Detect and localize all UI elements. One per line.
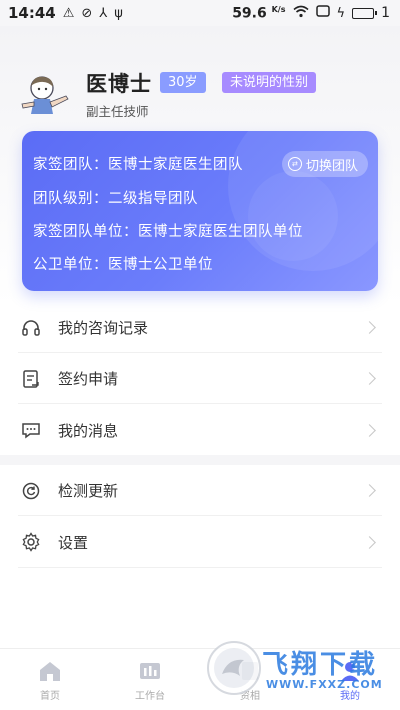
doctor-name: 医博士 [86,72,152,96]
document-icon [20,368,42,390]
headset-icon [20,317,42,339]
menu-label: 设置 [58,533,89,552]
status-time: 14:44 [8,4,56,22]
menu-label: 我的消息 [58,421,119,440]
switch-icon: ⇄ [287,157,302,171]
watermark: 飞翔下载 WWW.FXXZ.COM [204,638,400,700]
switch-team-button[interactable]: ⇄ 切换团队 [281,151,368,177]
message-icon [20,419,42,441]
check-circle-icon: ⊘ [81,5,93,21]
menu-item-sign-apply[interactable]: 签约申请 [18,354,382,404]
watermark-url: WWW.FXXZ.COM [266,678,383,691]
warning-icon: ⚠ [62,5,75,21]
nav-home[interactable]: 首页 [0,649,100,710]
chevron-right-icon [363,321,376,334]
watermark-text: 飞翔下载 [262,650,379,680]
charging-icon: ϟ [336,5,346,21]
usb-icon: ψ [114,5,123,21]
chevron-right-icon [363,423,376,437]
divider [18,567,382,568]
gender-badge: 未说明的性别 [222,72,317,93]
gear-icon [20,531,42,553]
menu-label: 检测更新 [58,482,119,500]
nav-label: 工作台 [135,691,165,702]
workbench-icon [137,659,163,683]
team-card: 家签团队：医博士家庭医生团队 团队级别：二级指导团队 家签团队单位：医博士家庭医… [22,131,378,291]
status-bar: 14:44 ⚠ ⊘ ⅄ ψ 59.6 K/s ϟ 1 [0,0,400,26]
chevron-right-icon [363,372,376,385]
team-unit-line: 家签团队单位：医博士家庭医生团队单位 [33,224,303,240]
avatar[interactable] [20,72,74,118]
network-speed: 59.6 K/s [232,4,286,22]
status-right: 59.6 K/s ϟ 1 [232,5,390,22]
menu-item-check-update[interactable]: 检测更新 [18,466,382,516]
home-icon [37,659,63,683]
wifi-icon [292,5,309,22]
share-icon: ⅄ [99,5,108,21]
team-name-line: 家签团队：医博士家庭医生团队 [33,157,243,173]
battery-icon [352,7,378,19]
menu-label: 我的咨询记录 [58,319,149,337]
switch-team-label: 切换团队 [305,158,358,174]
menu-label: 签约申请 [58,370,119,388]
job-title: 副主任技师 [86,104,149,119]
nav-label: 首页 [40,691,60,702]
watermark-logo-icon [207,641,261,695]
status-left: 14:44 ⚠ ⊘ ⅄ ψ [8,4,123,22]
team-level-line: 团队级别：二级指导团队 [33,191,198,207]
section-divider [0,455,400,465]
chevron-right-icon [363,535,376,549]
chevron-right-icon [363,484,376,497]
menu-item-settings[interactable]: 设置 [18,517,382,567]
public-health-unit-line: 公卫单位：医博士公卫单位 [33,257,213,273]
age-badge: 30岁 [160,72,206,93]
card-decoration [248,171,338,261]
battery-level: 1 [381,5,390,21]
menu-item-consult-records[interactable]: 我的咨询记录 [18,303,382,353]
nav-workbench[interactable]: 工作台 [100,649,200,710]
menu-item-my-messages[interactable]: 我的消息 [18,405,382,455]
refresh-icon [20,480,42,502]
rotate-lock-icon [315,5,330,21]
